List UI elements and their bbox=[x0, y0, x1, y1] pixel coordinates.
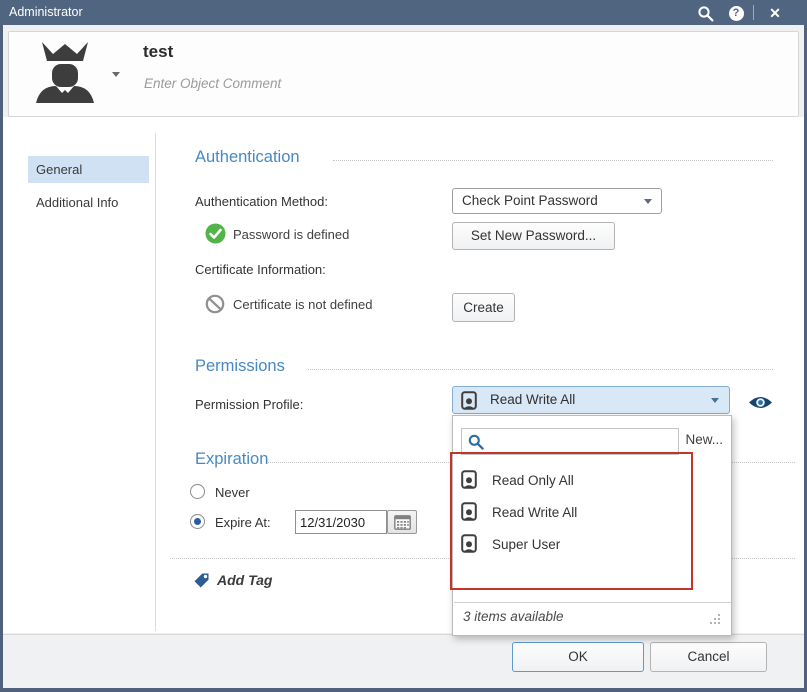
dropdown-search-box[interactable] bbox=[461, 428, 679, 455]
dropdown-search-input[interactable] bbox=[488, 430, 676, 453]
dropdown-status-text: 3 items available bbox=[463, 609, 564, 624]
tag-icon bbox=[193, 572, 210, 594]
permission-profile-dropdown-panel: New... Read Only All Read Write All Supe… bbox=[452, 415, 732, 636]
certificate-status: Certificate is not defined bbox=[233, 297, 372, 312]
dropdown-item-super-user[interactable]: Super User bbox=[454, 530, 730, 560]
close-icon[interactable]: ✕ bbox=[766, 4, 784, 22]
search-icon bbox=[468, 434, 484, 450]
expire-at-radio-label[interactable]: Expire At: bbox=[215, 515, 271, 530]
no-certificate-icon bbox=[205, 294, 225, 319]
administrator-avatar-icon bbox=[32, 40, 98, 109]
profile-icon bbox=[461, 391, 478, 411]
ok-button[interactable]: OK bbox=[512, 642, 644, 672]
dropdown-item-read-only-all[interactable]: Read Only All bbox=[454, 466, 730, 496]
titlebar-separator bbox=[753, 5, 754, 20]
authentication-dotted-rule bbox=[333, 160, 773, 161]
add-tag-link[interactable]: Add Tag bbox=[217, 572, 272, 588]
set-new-password-button[interactable]: Set New Password... bbox=[452, 222, 615, 250]
help-icon[interactable]: ? bbox=[727, 4, 745, 22]
expire-at-radio[interactable] bbox=[190, 514, 205, 529]
sidebar-divider bbox=[155, 133, 156, 631]
object-type-caret-icon[interactable] bbox=[112, 72, 120, 77]
check-circle-icon bbox=[205, 223, 226, 249]
expire-date-field[interactable] bbox=[295, 510, 387, 534]
dropdown-item-read-write-all[interactable]: Read Write All bbox=[454, 498, 730, 528]
expiration-section-title: Expiration bbox=[195, 450, 268, 469]
calendar-icon bbox=[394, 515, 411, 530]
never-radio-label[interactable]: Never bbox=[215, 485, 250, 500]
administrator-dialog: Administrator ? ✕ test Enter Object Comm… bbox=[0, 0, 807, 692]
cancel-button[interactable]: Cancel bbox=[650, 642, 767, 672]
password-status: Password is defined bbox=[233, 227, 349, 242]
permissions-section-title: Permissions bbox=[195, 357, 285, 376]
profile-icon bbox=[461, 470, 478, 490]
object-name[interactable]: test bbox=[143, 42, 173, 62]
new-profile-link[interactable]: New... bbox=[685, 432, 723, 447]
titlebar: Administrator ? ✕ bbox=[0, 0, 807, 25]
authentication-method-select[interactable]: Check Point Password bbox=[452, 188, 662, 214]
sidebar-item-general[interactable]: General bbox=[28, 156, 149, 183]
profile-icon bbox=[461, 534, 478, 554]
permissions-dotted-rule bbox=[308, 369, 773, 370]
window-title: Administrator bbox=[9, 5, 83, 19]
authentication-section-title: Authentication bbox=[195, 148, 300, 167]
object-header-panel bbox=[8, 31, 799, 117]
create-certificate-button[interactable]: Create bbox=[452, 293, 515, 322]
never-radio[interactable] bbox=[190, 484, 205, 499]
certificate-information-label: Certificate Information: bbox=[195, 262, 326, 277]
search-icon[interactable] bbox=[696, 4, 714, 22]
profile-icon bbox=[461, 502, 478, 522]
authentication-method-label: Authentication Method: bbox=[195, 194, 328, 209]
chevron-down-icon bbox=[644, 199, 652, 204]
dropdown-status-separator bbox=[454, 602, 731, 603]
permission-profile-label: Permission Profile: bbox=[195, 397, 303, 412]
resize-grip[interactable] bbox=[708, 612, 721, 630]
eye-icon[interactable] bbox=[748, 395, 773, 415]
permission-profile-select[interactable]: Read Write All bbox=[452, 386, 730, 414]
object-comment-placeholder[interactable]: Enter Object Comment bbox=[144, 76, 281, 91]
sidebar-item-additional-info[interactable]: Additional Info bbox=[28, 189, 149, 216]
calendar-button[interactable] bbox=[387, 510, 417, 534]
chevron-down-icon bbox=[711, 398, 719, 403]
